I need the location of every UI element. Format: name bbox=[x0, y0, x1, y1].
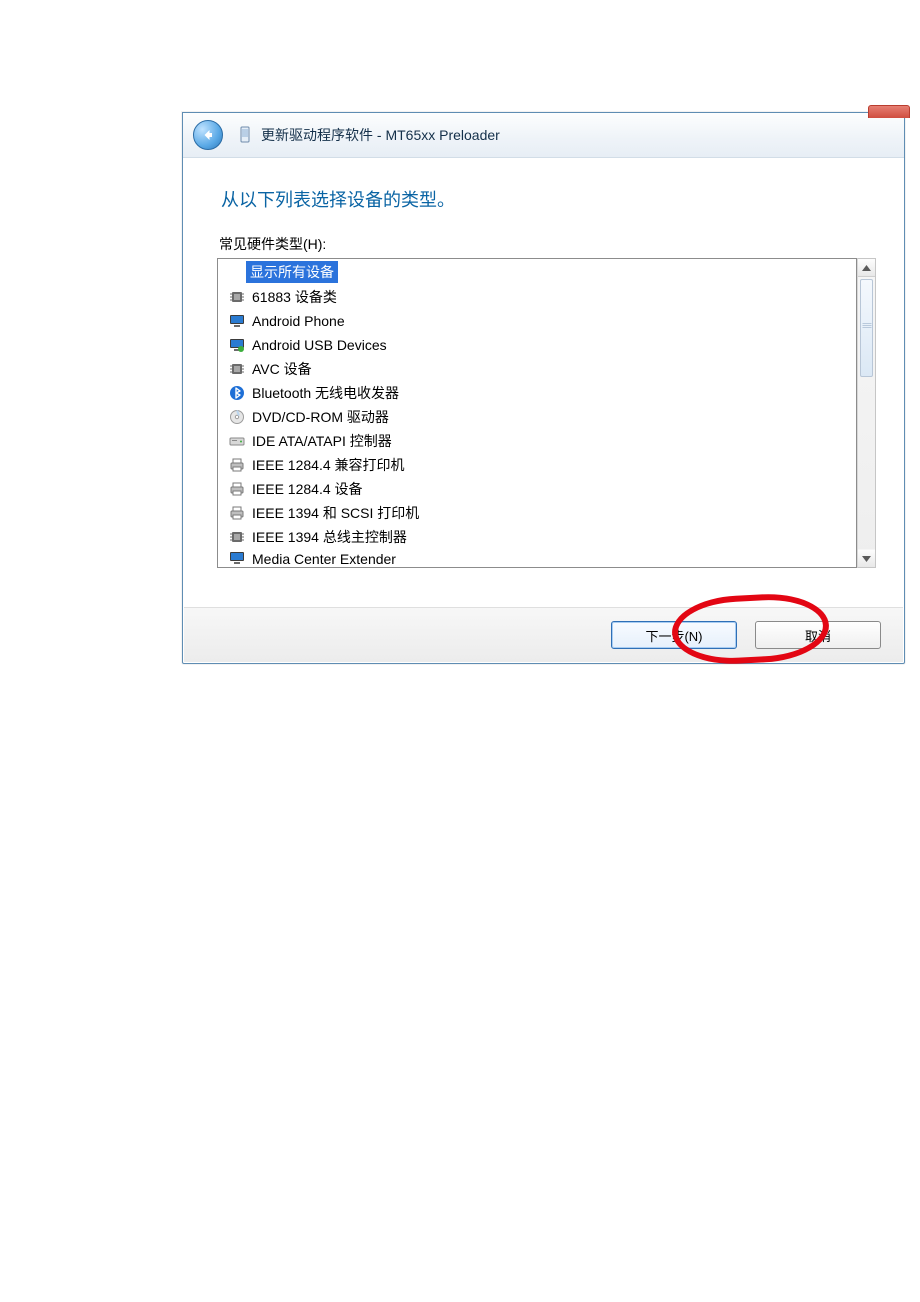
back-button[interactable] bbox=[193, 120, 223, 150]
list-item[interactable]: AVC 设备 bbox=[224, 357, 854, 381]
printer-icon bbox=[228, 456, 246, 474]
list-item-label: IEEE 1394 和 SCSI 打印机 bbox=[252, 503, 419, 523]
drive-icon bbox=[228, 432, 246, 450]
list-label: 常见硬件类型(H): bbox=[219, 234, 876, 254]
scroll-track[interactable] bbox=[858, 277, 875, 549]
list-item[interactable]: 显示所有设备 bbox=[224, 261, 854, 285]
monitor-icon bbox=[228, 549, 246, 567]
chip-icon bbox=[228, 528, 246, 546]
monitor-icon bbox=[228, 312, 246, 330]
list-item-label: IDE ATA/ATAPI 控制器 bbox=[252, 431, 392, 451]
device-icon bbox=[237, 126, 253, 144]
list-item-label: Bluetooth 无线电收发器 bbox=[252, 383, 399, 403]
wizard-footer: 下一步(N) 取消 bbox=[184, 607, 903, 662]
disc-icon bbox=[228, 408, 246, 426]
list-item-label: AVC 设备 bbox=[252, 359, 312, 379]
window-title: 更新驱动程序软件 - MT65xx Preloader bbox=[261, 125, 500, 145]
scroll-down-button[interactable] bbox=[858, 549, 875, 567]
close-icon[interactable] bbox=[868, 105, 910, 118]
printer-icon bbox=[228, 504, 246, 522]
list-item[interactable]: IEEE 1394 和 SCSI 打印机 bbox=[224, 501, 854, 525]
scroll-thumb[interactable] bbox=[860, 279, 873, 377]
wizard-window: 更新驱动程序软件 - MT65xx Preloader 从以下列表选择设备的类型… bbox=[182, 112, 905, 664]
device-type-list: 显示所有设备 61883 设备类 Android Phone Android USB … bbox=[217, 258, 876, 568]
cancel-button-label: 取消 bbox=[805, 626, 831, 645]
next-button[interactable]: 下一步(N) bbox=[611, 621, 737, 649]
page-subtitle: 从以下列表选择设备的类型。 bbox=[221, 186, 876, 212]
list-item[interactable]: Android USB Devices bbox=[224, 333, 854, 357]
scrollbar[interactable] bbox=[857, 258, 876, 568]
list-item[interactable]: Bluetooth 无线电收发器 bbox=[224, 381, 854, 405]
list-item[interactable]: IDE ATA/ATAPI 控制器 bbox=[224, 429, 854, 453]
cancel-button[interactable]: 取消 bbox=[755, 621, 881, 649]
list-item-label: IEEE 1284.4 设备 bbox=[252, 479, 363, 499]
list-item[interactable]: IEEE 1284.4 设备 bbox=[224, 477, 854, 501]
list-item[interactable]: Android Phone bbox=[224, 309, 854, 333]
list-item[interactable]: 61883 设备类 bbox=[224, 285, 854, 309]
list-item-label: 显示所有设备 bbox=[246, 261, 338, 283]
chip-icon bbox=[228, 360, 246, 378]
printer-icon bbox=[228, 480, 246, 498]
arrow-left-icon bbox=[201, 128, 215, 142]
list-item[interactable]: Media Center Extender bbox=[224, 549, 854, 568]
scroll-up-button[interactable] bbox=[858, 259, 875, 277]
chip-icon bbox=[228, 288, 246, 306]
wizard-body: 从以下列表选择设备的类型。 常见硬件类型(H): 显示所有设备 61883 设备类… bbox=[183, 158, 904, 578]
next-button-label: 下一步(N) bbox=[645, 626, 702, 645]
chevron-up-icon bbox=[862, 265, 871, 271]
list-item-label: 61883 设备类 bbox=[252, 287, 337, 307]
list-item-label: Android USB Devices bbox=[252, 337, 387, 353]
titlebar: 更新驱动程序软件 - MT65xx Preloader bbox=[183, 113, 904, 158]
list-item-label: Media Center Extender bbox=[252, 551, 396, 567]
bluetooth-icon bbox=[228, 384, 246, 402]
list-item-label: IEEE 1394 总线主控制器 bbox=[252, 527, 407, 547]
list-item[interactable]: IEEE 1284.4 兼容打印机 bbox=[224, 453, 854, 477]
list-item-label: Android Phone bbox=[252, 313, 345, 329]
list-item[interactable]: DVD/CD-ROM 驱动器 bbox=[224, 405, 854, 429]
list-item-label: DVD/CD-ROM 驱动器 bbox=[252, 407, 389, 427]
usb-icon bbox=[228, 336, 246, 354]
list-item-label: IEEE 1284.4 兼容打印机 bbox=[252, 455, 405, 475]
list-box[interactable]: 显示所有设备 61883 设备类 Android Phone Android USB … bbox=[217, 258, 857, 568]
list-item[interactable]: IEEE 1394 总线主控制器 bbox=[224, 525, 854, 549]
chevron-down-icon bbox=[862, 556, 871, 562]
